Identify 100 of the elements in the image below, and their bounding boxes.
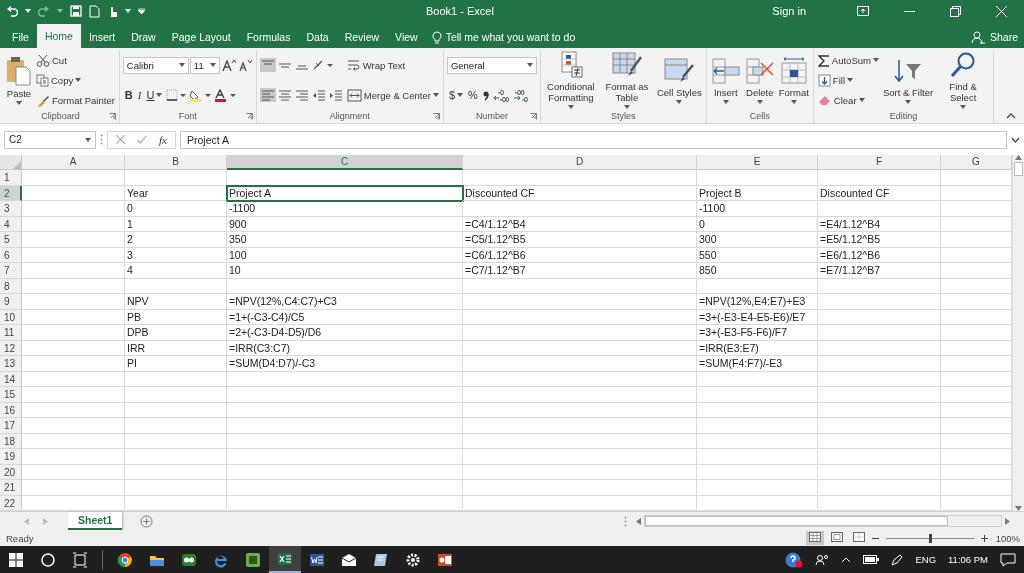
empty-cell[interactable] [818, 433, 941, 449]
table-cell[interactable]: =C7/1.12^B7 [463, 263, 697, 279]
row-header[interactable]: 5 [0, 232, 22, 248]
next-sheet-icon[interactable] [43, 517, 48, 525]
scroll-right-icon[interactable] [1005, 517, 1010, 525]
empty-cell[interactable] [818, 480, 941, 496]
empty-cell[interactable] [818, 170, 941, 186]
table-cell[interactable]: NPV [125, 294, 227, 310]
dialog-launcher-icon[interactable] [432, 113, 440, 120]
column-header[interactable]: B [125, 155, 227, 170]
empty-cell[interactable] [697, 418, 818, 434]
table-cell[interactable]: 10 [227, 263, 463, 279]
table-cell[interactable]: DPB [125, 325, 227, 341]
start-icon[interactable] [8, 551, 24, 568]
table-cell[interactable]: =2+(-C3-D4-D5)/D6 [227, 325, 463, 341]
empty-cell[interactable] [818, 356, 941, 372]
sign-in-link[interactable]: Sign in [772, 5, 806, 17]
empty-cell[interactable] [463, 170, 697, 186]
slider-thumb[interactable] [928, 533, 932, 543]
empty-cell[interactable] [125, 371, 227, 387]
table-cell[interactable]: =E4/1.12^B4 [818, 216, 941, 232]
empty-cell[interactable] [125, 402, 227, 418]
minimize-icon[interactable] [903, 10, 915, 12]
find-select-button[interactable]: Find & Select [936, 50, 991, 110]
empty-cell[interactable] [227, 449, 463, 465]
empty-cell[interactable] [227, 464, 463, 480]
language-indicator[interactable]: ENG [915, 554, 937, 565]
empty-cell[interactable] [463, 480, 697, 496]
empty-cell[interactable] [227, 402, 463, 418]
empty-cell[interactable] [125, 387, 227, 403]
empty-cell[interactable] [125, 480, 227, 496]
save-icon[interactable] [70, 5, 82, 17]
column-header[interactable]: G [941, 155, 1012, 170]
clear-button[interactable]: Clear [816, 93, 866, 107]
table-cell[interactable]: Discounted CF [463, 185, 697, 201]
bold-button[interactable]: B [122, 88, 135, 102]
ribbon-tab[interactable]: View [387, 26, 426, 48]
view-button[interactable] [805, 531, 824, 545]
cut-button[interactable]: Cut [35, 52, 68, 68]
table-cell[interactable]: 850 [697, 263, 818, 279]
table-cell[interactable]: =IRR(E3:E7) [697, 340, 818, 356]
dialog-launcher-icon[interactable] [108, 113, 116, 120]
merge-center-button[interactable]: Merge & Center [345, 87, 440, 103]
currency-button[interactable]: $ [446, 88, 465, 102]
ribbon-tab[interactable]: Insert [80, 26, 124, 48]
ribbon-display-icon[interactable] [857, 6, 869, 16]
help-icon[interactable] [785, 551, 804, 568]
table-cell[interactable]: PI [125, 356, 227, 372]
fill-button[interactable]: Fill [816, 72, 854, 88]
column-header[interactable]: D [463, 155, 697, 170]
table-cell[interactable]: =3+(-E3-F5-F6)/F7 [697, 325, 818, 341]
table-cell[interactable]: 300 [697, 232, 818, 248]
checkmark-icon[interactable] [137, 135, 147, 144]
row-header[interactable]: 13 [0, 356, 22, 372]
search-field[interactable]: Tell me what you want to do [445, 31, 616, 43]
ribbon-tab[interactable]: Formulas [238, 26, 299, 48]
empty-cell[interactable] [125, 418, 227, 434]
table-cell[interactable]: =E5/1.12^B5 [818, 232, 941, 248]
align-left-button[interactable] [259, 88, 276, 102]
table-cell[interactable]: =3+(-E3-E4-E5-E6)/E7 [697, 309, 818, 325]
empty-cell[interactable] [818, 278, 941, 294]
empty-cell[interactable] [463, 387, 697, 403]
underline-button[interactable]: U [144, 88, 165, 102]
ribbon-tab[interactable]: Page Layout [163, 26, 239, 48]
empty-cell[interactable] [227, 371, 463, 387]
chevron-up-icon[interactable] [841, 556, 852, 563]
empty-cell[interactable] [818, 309, 941, 325]
battery-icon[interactable] [863, 555, 880, 564]
empty-cell[interactable] [697, 480, 818, 496]
table-cell[interactable]: =E7/1.12^B7 [818, 263, 941, 279]
format-button[interactable]: Format [777, 55, 810, 105]
empty-cell[interactable] [697, 464, 818, 480]
align-center-button[interactable] [276, 88, 293, 102]
table-cell[interactable]: =E6/1.12^B6 [818, 247, 941, 263]
wrap-text-button[interactable]: Wrap Text [345, 57, 407, 73]
empty-cell[interactable] [227, 278, 463, 294]
delete-button[interactable]: Delete [743, 55, 776, 105]
zoom-in-icon[interactable] [980, 534, 988, 542]
empty-cell[interactable] [125, 449, 227, 465]
empty-cell[interactable] [463, 356, 697, 372]
close-icon[interactable] [995, 5, 1007, 17]
table-cell[interactable]: 3 [125, 247, 227, 263]
table-cell[interactable]: 4 [125, 263, 227, 279]
ribbon-tab[interactable]: File [4, 26, 37, 48]
fill-color-icon[interactable] [189, 88, 212, 102]
empty-cell[interactable] [463, 464, 697, 480]
table-cell[interactable]: =SUM(F4:F7)/-E3 [697, 356, 818, 372]
table-cell[interactable]: -1100 [227, 201, 463, 217]
autosum-button[interactable]: AutoSum [816, 52, 880, 68]
row-header[interactable]: 11 [0, 325, 22, 341]
empty-cell[interactable] [463, 418, 697, 434]
insert-function-button[interactable]: fx [159, 133, 167, 146]
table-cell[interactable]: =NPV(12%,C4:C7)+C3 [227, 294, 463, 310]
empty-cell[interactable] [463, 449, 697, 465]
empty-cell[interactable] [818, 449, 941, 465]
decrease-decimal-icon[interactable] [511, 88, 528, 102]
empty-cell[interactable] [818, 371, 941, 387]
collapse-ribbon-icon[interactable] [1006, 113, 1016, 119]
align-top-button[interactable] [259, 58, 276, 72]
empty-cell[interactable] [697, 371, 818, 387]
